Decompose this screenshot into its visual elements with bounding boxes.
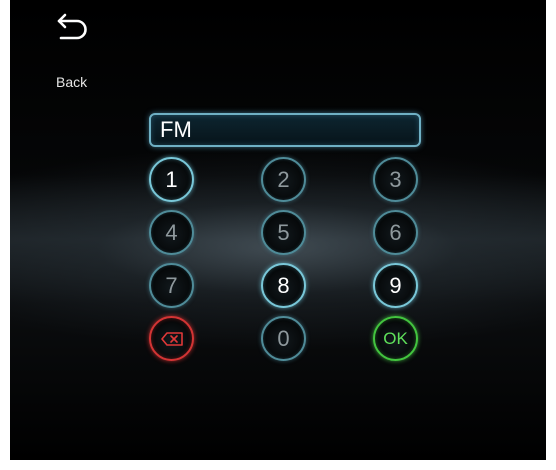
delete-button[interactable] xyxy=(149,316,194,361)
back-button[interactable]: Back xyxy=(48,8,108,98)
ok-button[interactable]: OK xyxy=(373,316,418,361)
back-label: Back xyxy=(56,74,88,90)
key-8[interactable]: 8 xyxy=(261,263,306,308)
key-2[interactable]: 2 xyxy=(261,157,306,202)
key-4[interactable]: 4 xyxy=(149,210,194,255)
key-5[interactable]: 5 xyxy=(261,210,306,255)
key-9[interactable]: 9 xyxy=(373,263,418,308)
key-1[interactable]: 1 xyxy=(149,157,194,202)
frequency-display: FM xyxy=(149,113,421,147)
key-0[interactable]: 0 xyxy=(261,316,306,361)
radio-keypad-screen: Back FM 1 2 3 4 5 6 7 8 9 0 OK xyxy=(10,0,546,460)
key-3[interactable]: 3 xyxy=(373,157,418,202)
display-value: FM xyxy=(160,117,192,142)
key-6[interactable]: 6 xyxy=(373,210,418,255)
back-arrow-icon xyxy=(57,13,87,40)
backspace-icon xyxy=(160,331,183,346)
key-7[interactable]: 7 xyxy=(149,263,194,308)
